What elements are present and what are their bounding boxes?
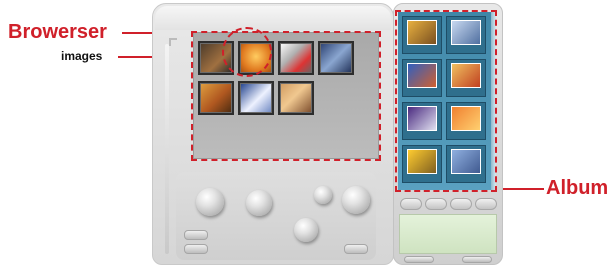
- album-info-box: [399, 214, 497, 254]
- small-button-2[interactable]: [184, 244, 208, 254]
- control-panel: [176, 172, 376, 260]
- album-bottom-button-2[interactable]: [462, 256, 492, 263]
- small-button-1[interactable]: [184, 230, 208, 240]
- app-title-bar: [155, 6, 391, 30]
- browser-highlight-box: [191, 31, 381, 161]
- album-tab-1[interactable]: [400, 198, 422, 210]
- album-label: Album: [546, 177, 609, 199]
- album-tab-4[interactable]: [475, 198, 497, 210]
- album-bottom-button-1[interactable]: [404, 256, 434, 263]
- images-label: images: [61, 49, 103, 63]
- control-knob-3[interactable]: [314, 186, 332, 204]
- control-knob-4[interactable]: [342, 186, 370, 214]
- browser-label: Browerser: [8, 21, 107, 43]
- side-rail: [165, 44, 169, 254]
- control-knob-1[interactable]: [196, 188, 224, 216]
- images-highlight-circle: [222, 27, 272, 77]
- control-knob-2[interactable]: [246, 190, 272, 216]
- small-button-3[interactable]: [344, 244, 368, 254]
- album-highlight-box: [395, 10, 497, 192]
- control-knob-5[interactable]: [294, 218, 318, 242]
- album-tab-2[interactable]: [425, 198, 447, 210]
- corner-mark: [169, 38, 177, 46]
- album-leader-line: [497, 188, 544, 190]
- album-tab-3[interactable]: [450, 198, 472, 210]
